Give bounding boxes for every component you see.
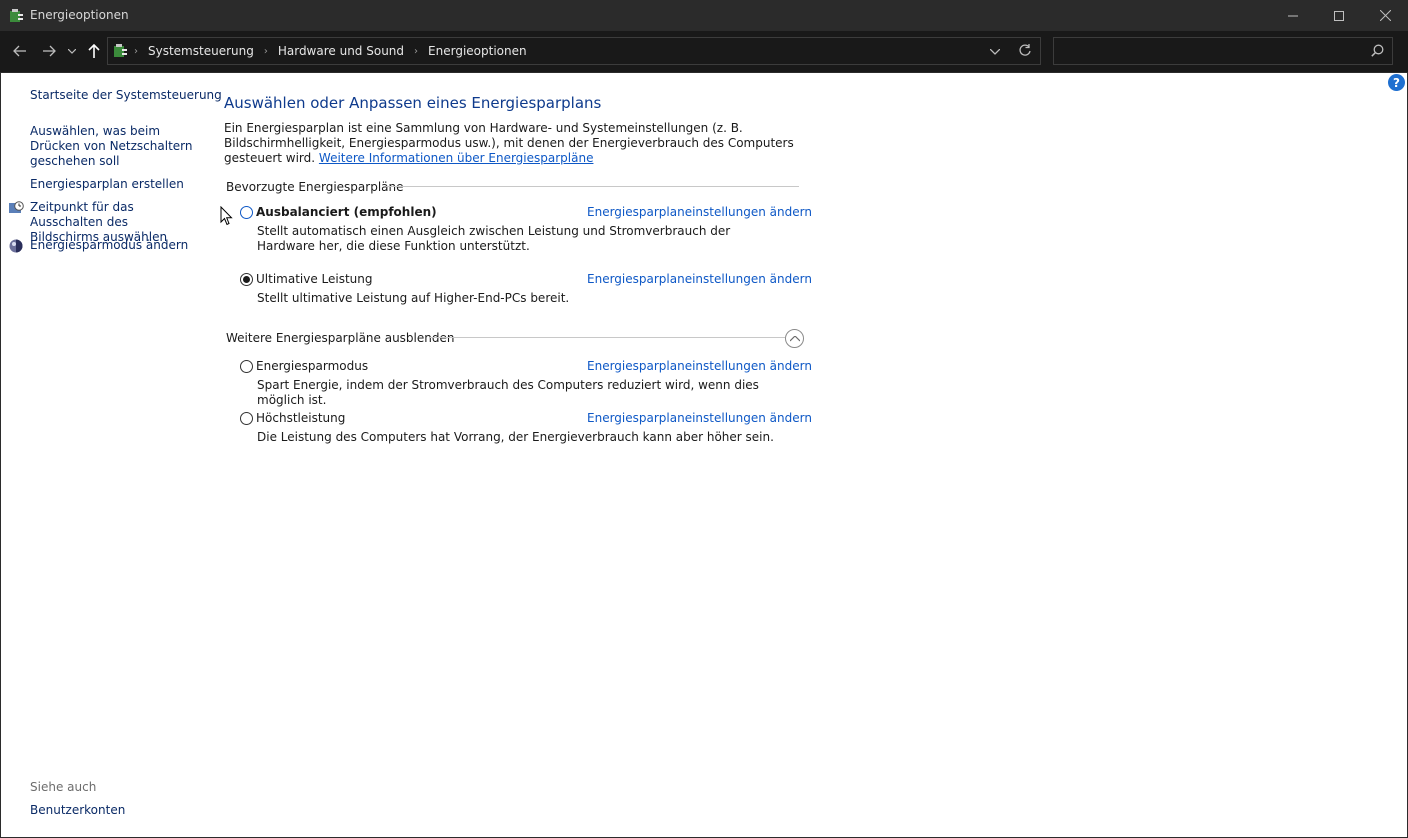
search-icon[interactable] (1371, 44, 1384, 60)
more-info-link[interactable]: Weitere Informationen über Energiesparpl… (319, 151, 594, 165)
minimize-icon (1288, 15, 1298, 16)
minimize-button[interactable] (1270, 0, 1316, 31)
refresh-icon[interactable] (1018, 43, 1032, 60)
plan-description-balanced: Stellt automatisch einen Ausgleich zwisc… (257, 224, 731, 253)
search-input[interactable] (1060, 42, 1360, 60)
mouse-cursor-icon (220, 205, 233, 229)
maximize-button[interactable] (1316, 0, 1362, 31)
plan-radio-ultimate[interactable] (240, 273, 253, 286)
plan-name-energy-saver[interactable]: Energiesparmodus (256, 359, 368, 373)
chevron-right-icon[interactable]: › (264, 46, 268, 57)
collapse-button[interactable] (785, 329, 804, 348)
forward-button[interactable] (37, 39, 61, 63)
sidebar-link-home[interactable]: Startseite der Systemsteuerung (30, 88, 222, 103)
sidebar-link-user-accounts[interactable]: Benutzerkonten (30, 803, 125, 818)
up-button[interactable] (82, 39, 106, 63)
address-bar[interactable]: › Systemsteuerung › Hardware und Sound ›… (107, 37, 1041, 65)
recent-dropdown-icon (68, 48, 76, 54)
plan-name-ultimate[interactable]: Ultimative Leistung (256, 272, 373, 286)
hide-more-plans-label[interactable]: Weitere Energiesparpläne ausblenden (226, 331, 454, 345)
forward-arrow-icon (43, 45, 56, 57)
up-arrow-icon (88, 44, 100, 58)
plan-description-ultimate: Stellt ultimative Leistung auf Higher-En… (257, 291, 570, 305)
collapse-chevron-icon (789, 335, 800, 341)
plan-radio-energy-saver[interactable] (240, 360, 253, 373)
plan-radio-high-performance[interactable] (240, 412, 253, 425)
plan-name-high-performance[interactable]: Höchstleistung (256, 411, 345, 425)
breadcrumb-item[interactable]: Systemsteuerung (148, 44, 254, 58)
energy-saver-icon (8, 238, 24, 254)
plan-description-energy-saver: Spart Energie, indem der Stromverbrauch … (257, 378, 759, 407)
window-title: Energieoptionen (30, 8, 129, 22)
plan-radio-balanced[interactable] (240, 206, 253, 219)
plan-settings-link-balanced[interactable]: Energiesparplaneinstellungen ändern (587, 205, 812, 219)
address-dropdown-icon[interactable] (989, 44, 1001, 58)
sidebar-link-create-plan[interactable]: Energiesparplan erstellen (30, 177, 184, 192)
group-divider (430, 337, 785, 338)
sidebar-link-sleep-mode[interactable]: Energiesparmodus ändern (30, 238, 188, 253)
power-options-icon (8, 8, 24, 24)
clock-icon (8, 200, 24, 216)
group-divider (386, 186, 799, 187)
see-also-label: Siehe auch (30, 780, 97, 794)
sidebar-link-power-buttons[interactable]: Auswählen, was beim Drücken von Netzscha… (30, 124, 200, 169)
back-button[interactable] (8, 39, 32, 63)
recent-locations-button[interactable] (62, 39, 82, 63)
close-icon (1379, 10, 1391, 21)
chevron-right-icon: › (134, 45, 138, 57)
maximize-icon (1334, 10, 1344, 21)
plan-settings-link-ultimate[interactable]: Energiesparplaneinstellungen ändern (587, 272, 812, 286)
search-box[interactable] (1053, 37, 1393, 65)
plan-settings-link-high-performance[interactable]: Energiesparplaneinstellungen ändern (587, 411, 812, 425)
plan-description-high-performance: Die Leistung des Computers hat Vorrang, … (257, 430, 774, 444)
title-bar: Energieoptionen (0, 0, 1408, 31)
page-title: Auswählen oder Anpassen eines Energiespa… (224, 94, 602, 112)
chevron-right-icon[interactable]: › (414, 46, 418, 57)
help-icon[interactable]: ? (1388, 74, 1405, 91)
content-area (1, 73, 1407, 837)
preferred-plans-label: Bevorzugte Energiesparpläne (226, 180, 404, 194)
back-arrow-icon (13, 45, 26, 57)
intro-text: Ein Energiesparplan ist eine Sammlung vo… (224, 121, 799, 166)
breadcrumb: › Systemsteuerung › Hardware und Sound ›… (132, 44, 527, 58)
breadcrumb-item[interactable]: Hardware und Sound (278, 44, 404, 58)
close-button[interactable] (1362, 0, 1408, 31)
plan-settings-link-energy-saver[interactable]: Energiesparplaneinstellungen ändern (587, 359, 812, 373)
plan-name-balanced[interactable]: Ausbalanciert (empfohlen) (256, 205, 437, 219)
radio-selected-dot (243, 276, 250, 283)
power-options-icon (112, 43, 128, 62)
breadcrumb-item[interactable]: Energieoptionen (428, 44, 527, 58)
